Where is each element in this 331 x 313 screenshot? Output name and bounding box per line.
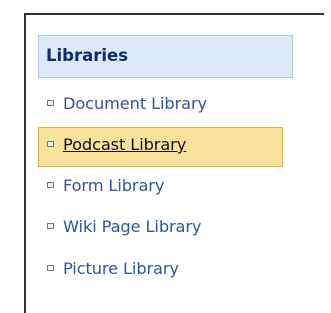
bullet-icon — [47, 141, 54, 147]
bullet-icon — [47, 223, 54, 229]
bullet-icon — [47, 265, 54, 271]
library-item-label[interactable]: Form Library — [63, 176, 164, 195]
library-item-label[interactable]: Picture Library — [63, 259, 179, 278]
libraries-panel: Libraries Document Library Podcast Libra… — [24, 13, 324, 313]
library-item-wiki-page[interactable]: Wiki Page Library — [38, 209, 283, 249]
library-item-document[interactable]: Document Library — [38, 86, 283, 126]
bullet-icon — [47, 100, 54, 106]
library-item-label[interactable]: Document Library — [63, 94, 207, 113]
library-item-label[interactable]: Podcast Library — [63, 135, 186, 154]
library-item-podcast[interactable]: Podcast Library — [38, 127, 283, 167]
bullet-icon — [47, 182, 54, 188]
libraries-title: Libraries — [46, 46, 129, 65]
library-item-form[interactable]: Form Library — [38, 168, 283, 208]
libraries-header: Libraries — [38, 35, 293, 78]
library-item-picture[interactable]: Picture Library — [38, 251, 283, 291]
library-item-label[interactable]: Wiki Page Library — [63, 217, 202, 236]
